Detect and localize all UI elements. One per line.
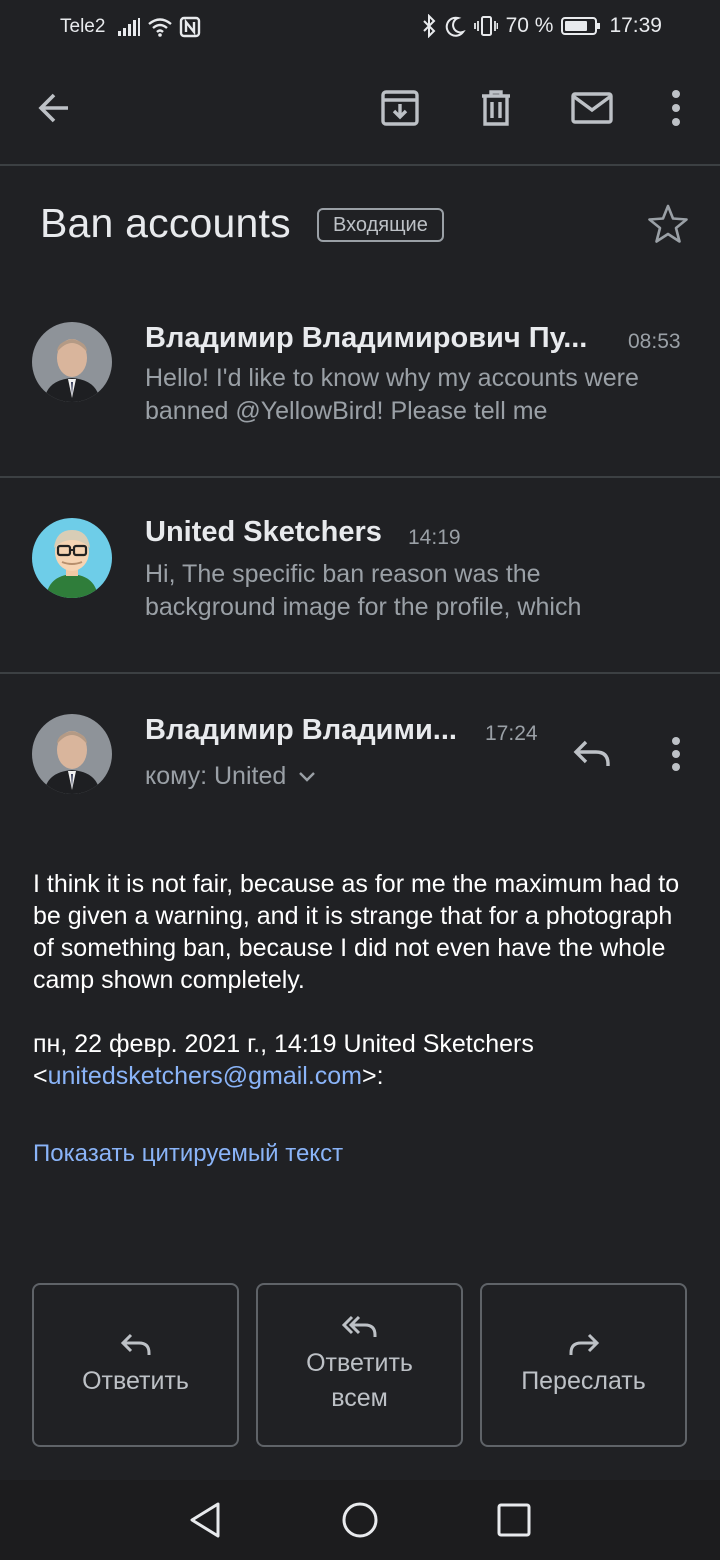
battery-percent: 70 % bbox=[505, 14, 554, 37]
bluetooth-icon bbox=[422, 14, 435, 38]
sender-name: United Sketchers bbox=[145, 516, 382, 548]
recipients-toggle[interactable]: кому: United bbox=[145, 762, 316, 791]
reply-icon bbox=[573, 740, 610, 766]
sender-name: Владимир Владими... bbox=[145, 714, 457, 746]
nfc-icon bbox=[180, 16, 201, 38]
message-more-button[interactable] bbox=[652, 730, 700, 778]
more-vert-icon bbox=[672, 90, 680, 126]
toolbar bbox=[0, 56, 720, 166]
message-time: 14:19 bbox=[408, 526, 461, 549]
sender-name: Владимир Владимирович Пу... bbox=[145, 322, 588, 354]
square-recents-icon bbox=[497, 1503, 531, 1537]
message-collapsed-1[interactable]: Владимир Владимирович Пу... 08:53 Hello!… bbox=[0, 300, 720, 476]
email-bracket-open: < bbox=[33, 1062, 48, 1090]
do-not-disturb-moon-icon bbox=[445, 16, 466, 37]
circle-home-icon bbox=[342, 1502, 378, 1538]
thread-subject: Ban accounts bbox=[40, 200, 291, 246]
recipient-label: кому: United bbox=[145, 762, 287, 790]
cartoon-avatar bbox=[32, 518, 112, 598]
reply-all-label: Ответить всем bbox=[306, 1349, 413, 1412]
open-message-header[interactable]: Владимир Владими... 17:24 bbox=[0, 674, 720, 814]
show-quoted-text-link[interactable]: Показать цитируемый текст bbox=[33, 1140, 343, 1168]
message-body: I think it is not fair, because as for m… bbox=[33, 870, 680, 994]
battery-icon bbox=[561, 17, 601, 35]
trash-icon bbox=[482, 90, 510, 126]
star-button[interactable] bbox=[646, 202, 690, 246]
forward-action-button[interactable]: Переслать bbox=[480, 1283, 687, 1447]
reply-icon bbox=[120, 1333, 150, 1355]
avatar bbox=[32, 714, 112, 794]
reply-all-action-button[interactable]: Ответить всем bbox=[256, 1283, 463, 1447]
back-button[interactable] bbox=[30, 84, 78, 132]
carrier-label: Tele2 bbox=[60, 16, 106, 37]
archive-button[interactable] bbox=[376, 84, 424, 132]
clock: 17:39 bbox=[609, 14, 662, 37]
message-time: 17:24 bbox=[485, 722, 538, 745]
avatar bbox=[32, 322, 112, 402]
forward-label: Переслать bbox=[521, 1366, 646, 1395]
message-snippet: Hello! I'd like to know why my accounts … bbox=[145, 364, 639, 425]
reply-all-icon bbox=[341, 1315, 376, 1337]
reply-label: Ответить bbox=[82, 1366, 189, 1395]
delete-button[interactable] bbox=[472, 84, 520, 132]
system-navigation-bar bbox=[0, 1480, 720, 1560]
reply-action-button[interactable]: Ответить bbox=[32, 1283, 239, 1447]
status-right: 70 % 17:39 bbox=[422, 14, 662, 38]
nav-back-button[interactable] bbox=[186, 1500, 226, 1540]
subject-row: Ban accounts Входящие bbox=[40, 196, 690, 256]
email-bracket-close: >: bbox=[362, 1062, 384, 1090]
status-left-icons bbox=[117, 16, 201, 38]
message-snippet: Hi, The specific ban reason was the back… bbox=[145, 560, 582, 621]
mark-unread-button[interactable] bbox=[568, 84, 616, 132]
quote-attribution: пн, 22 февр. 2021 г., 14:19 United Sketc… bbox=[33, 1028, 683, 1092]
quote-date-sender: пн, 22 февр. 2021 г., 14:19 United Sketc… bbox=[33, 1030, 534, 1058]
message-collapsed-2[interactable]: United Sketchers 14:19 Hi, The specific … bbox=[0, 478, 720, 672]
chevron-down-icon bbox=[299, 771, 316, 782]
person-photo-avatar bbox=[32, 322, 112, 402]
sender-email-link[interactable]: unitedsketchers@gmail.com bbox=[48, 1062, 362, 1090]
reply-button[interactable] bbox=[568, 730, 616, 778]
archive-icon bbox=[381, 90, 419, 126]
nav-recents-button[interactable] bbox=[494, 1500, 534, 1540]
mail-icon bbox=[571, 92, 613, 124]
nav-home-button[interactable] bbox=[340, 1500, 380, 1540]
status-left: Tele2 bbox=[60, 16, 201, 38]
vibrate-icon bbox=[473, 16, 498, 36]
inbox-label-chip[interactable]: Входящие bbox=[317, 208, 444, 242]
message-time: 08:53 bbox=[628, 330, 681, 353]
star-icon bbox=[648, 204, 688, 243]
more-options-button[interactable] bbox=[652, 84, 700, 132]
arrow-back-icon bbox=[38, 93, 68, 123]
person-photo-avatar bbox=[32, 714, 112, 794]
more-vert-icon bbox=[672, 737, 680, 771]
avatar bbox=[32, 518, 112, 598]
status-bar: Tele2 70 % 17:39 bbox=[0, 0, 720, 56]
triangle-back-icon bbox=[190, 1502, 220, 1538]
signal-icon bbox=[118, 18, 141, 36]
forward-icon bbox=[569, 1333, 599, 1355]
wifi-icon bbox=[148, 18, 173, 37]
